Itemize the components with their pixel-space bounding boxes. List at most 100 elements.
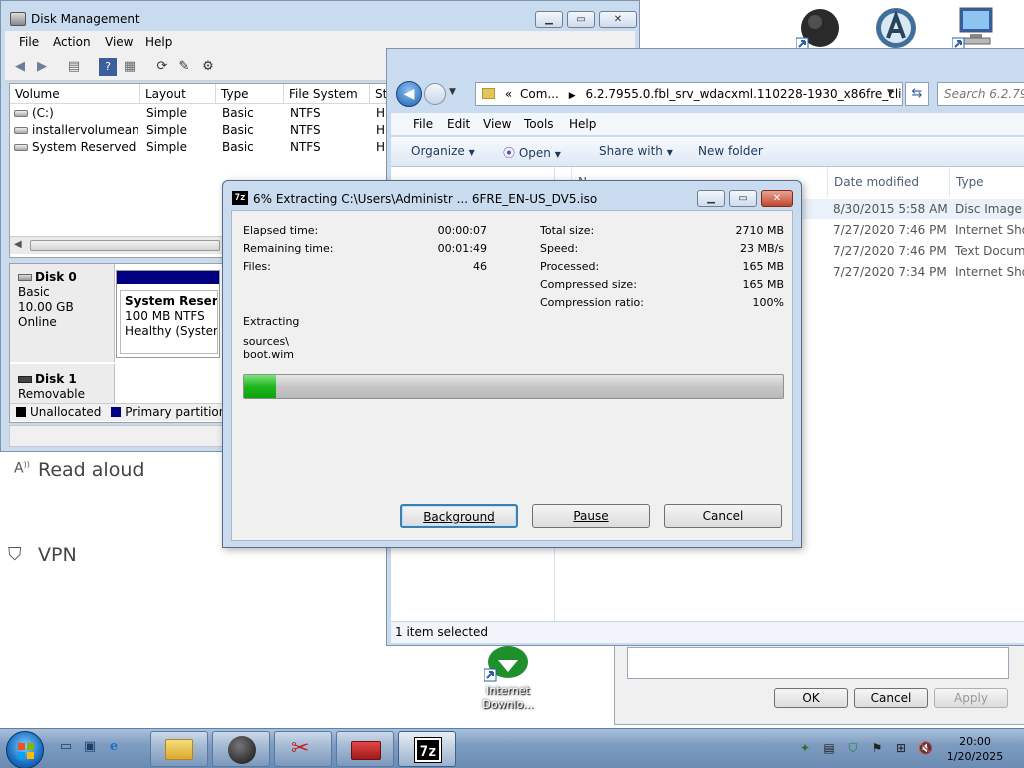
pause-button[interactable]: Pause <box>532 504 650 528</box>
address-dropdown-icon[interactable]: ▼ <box>887 88 894 98</box>
minimize-button[interactable]: ▁ <box>697 190 725 207</box>
breadcrumb-folder[interactable]: 6.2.7955.0.fbl_srv_wdacxml.110228-1930_x… <box>585 87 902 101</box>
security-shield-tray-icon[interactable]: ⛉ <box>846 741 860 755</box>
disk0-partition[interactable]: System Reserve 100 MB NTFS Healthy (Syst… <box>116 270 220 358</box>
action-center-flag-icon[interactable]: ⚑ <box>870 741 884 755</box>
taskbar-explorer-button[interactable] <box>150 731 208 767</box>
menu-help[interactable]: Help <box>569 117 596 131</box>
new-folder-button[interactable]: New folder <box>698 144 763 158</box>
column-layout[interactable]: Layout <box>140 84 216 104</box>
vpn-button[interactable]: VPN <box>38 544 77 566</box>
legend-unallocated-swatch <box>16 407 26 417</box>
menu-file[interactable]: File <box>19 35 39 49</box>
column-type[interactable]: Type <box>949 167 1024 197</box>
network-connection-icon[interactable]: ⊞ <box>894 741 908 755</box>
desktop-computer-shortcut-icon[interactable] <box>951 6 1000 51</box>
idm-desktop-shortcut[interactable]: Internet Downlo... <box>466 642 550 718</box>
share-with-button[interactable]: Share with ▼ <box>599 144 673 158</box>
back-button[interactable]: ◀ <box>396 81 422 107</box>
taskbar-snipping-tool-button[interactable]: ✂ <box>274 731 332 767</box>
disk0-info[interactable]: Disk 0 Basic 10.00 GB Online <box>10 264 115 362</box>
scroll-left-icon[interactable]: ◀ <box>14 239 22 250</box>
remaining-time-value: 00:01:49 <box>437 242 487 255</box>
properties-icon[interactable]: ▦ <box>121 58 139 76</box>
taskbar-toolbox-button[interactable] <box>336 731 394 767</box>
settings-icon[interactable]: ⚙ <box>199 58 217 76</box>
close-button[interactable]: ✕ <box>599 11 637 28</box>
cancel-button[interactable]: Cancel <box>854 688 928 708</box>
column-file-system[interactable]: File System <box>284 84 370 104</box>
switch-windows-icon[interactable]: ▣ <box>82 739 98 755</box>
network-tray-icon[interactable]: ✦ <box>798 741 812 755</box>
document-tray-icon[interactable]: ▤ <box>822 741 836 755</box>
apply-button[interactable]: Apply <box>934 688 1008 708</box>
column-date-modified[interactable]: Date modified <box>827 167 949 197</box>
ok-button[interactable]: OK <box>774 688 848 708</box>
drive-icon <box>14 144 28 151</box>
7zip-app-icon: 7z <box>232 191 248 205</box>
compressed-size-label: Compressed size: <box>540 278 637 291</box>
organize-button[interactable]: Organize ▼ <box>411 144 475 158</box>
clock-date: 1/20/2025 <box>946 750 1004 763</box>
command-bar: Organize ▼ ⦿ Open ▼ Share with ▼ New fol… <box>391 137 1024 167</box>
idm-icon <box>484 646 528 682</box>
disk1-info[interactable]: Disk 1 Removable (E:) <box>10 364 115 416</box>
maximize-button[interactable]: ▭ <box>567 11 595 28</box>
back-arrow-icon[interactable]: ◀ <box>11 58 29 76</box>
removable-disk-icon <box>18 376 32 383</box>
read-aloud-button[interactable]: Read aloud <box>38 459 144 481</box>
menu-action[interactable]: Action <box>53 35 91 49</box>
internet-explorer-icon[interactable]: e <box>106 739 122 755</box>
disk-management-app-icon <box>10 12 26 26</box>
files-value: 46 <box>473 260 487 273</box>
horizontal-scrollbar[interactable]: ◀ <box>10 236 224 254</box>
breadcrumb-prefix[interactable]: « <box>505 87 512 101</box>
minimize-button[interactable]: ▁ <box>535 11 563 28</box>
scrollbar-thumb[interactable] <box>30 240 220 251</box>
column-type[interactable]: Type <box>216 84 284 104</box>
address-bar[interactable]: « Com... ▶ 6.2.7955.0.fbl_srv_wdacxml.11… <box>475 82 903 106</box>
windows-logo-icon <box>18 743 34 759</box>
legend-primary-swatch <box>111 407 122 417</box>
desktop-globe-shortcut-icon[interactable] <box>795 6 844 51</box>
open-button[interactable]: ⦿ Open ▼ <box>503 144 561 161</box>
forward-arrow-icon[interactable]: ▶ <box>33 58 51 76</box>
breadcrumb-computer[interactable]: Com... <box>520 87 559 101</box>
desktop-aimp-shortcut-icon[interactable] <box>872 6 920 48</box>
menu-view[interactable]: View <box>483 117 511 131</box>
help-icon[interactable]: ? <box>99 58 117 76</box>
taskbar-globe-button[interactable] <box>212 731 270 767</box>
read-aloud-icon: A)) <box>14 460 30 477</box>
cancel-button[interactable]: Cancel <box>664 504 782 528</box>
menu-help[interactable]: Help <box>145 35 172 49</box>
console-tree-icon[interactable]: ▤ <box>65 58 83 76</box>
volume-muted-icon[interactable]: 🔇 <box>918 741 933 755</box>
menu-tools[interactable]: Tools <box>524 117 554 131</box>
menu-view[interactable]: View <box>105 35 133 49</box>
show-desktop-icon[interactable]: ▭ <box>58 739 74 755</box>
type-cell: Basic <box>222 123 254 137</box>
compression-ratio-label: Compression ratio: <box>540 296 644 309</box>
search-input[interactable]: Search 6.2.7955... <box>937 82 1024 106</box>
menu-edit[interactable]: Edit <box>447 117 470 131</box>
refresh-icon[interactable]: ⇆ <box>905 82 929 106</box>
recent-pages-dropdown-icon[interactable]: ▼ <box>449 87 456 97</box>
menu-file[interactable]: File <box>413 117 433 131</box>
background-button[interactable]: Background <box>400 504 518 528</box>
system-clock[interactable]: 20:00 1/20/2025 <box>940 734 1010 764</box>
vpn-shield-icon: ⛉ <box>8 544 22 565</box>
refresh-icon[interactable]: ⟳ <box>153 58 171 76</box>
partition-health: Healthy (System, <box>125 324 217 338</box>
row-date: 7/27/2020 7:46 PM <box>833 223 947 237</box>
maximize-button[interactable]: ▭ <box>729 190 757 207</box>
idm-label-line2: Downlo... <box>482 698 534 711</box>
taskbar-7zip-button[interactable]: 7z <box>398 731 456 767</box>
forward-button[interactable] <box>424 83 446 105</box>
start-button[interactable] <box>6 731 44 768</box>
drive-icon <box>14 110 28 117</box>
rescan-icon[interactable]: ✎ <box>175 58 193 76</box>
column-volume[interactable]: Volume <box>10 84 140 104</box>
row-date: 8/30/2015 5:58 AM <box>833 202 948 216</box>
close-button[interactable]: ✕ <box>761 190 793 207</box>
total-size-value: 2710 MB <box>735 224 784 237</box>
